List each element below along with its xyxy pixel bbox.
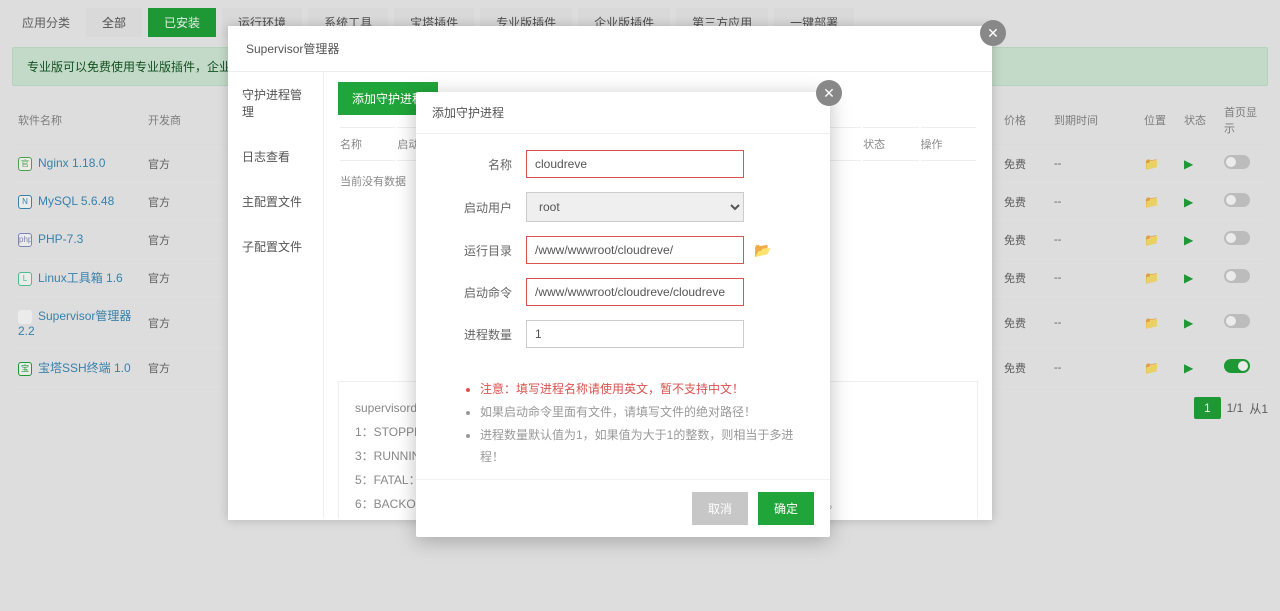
name-input[interactable] (526, 150, 744, 178)
label-cmd: 启动命令 (436, 284, 512, 301)
count-input[interactable] (526, 320, 744, 348)
modal1-sidemenu: 守护进程管理 日志查看 主配置文件 子配置文件 (228, 72, 324, 518)
modal1-title: Supervisor管理器 (246, 42, 339, 56)
label-count: 进程数量 (436, 326, 512, 343)
menu-main-conf[interactable]: 主配置文件 (228, 179, 323, 224)
menu-process[interactable]: 守护进程管理 (228, 72, 323, 134)
label-user: 启动用户 (436, 199, 512, 216)
label-name: 名称 (436, 156, 512, 173)
cancel-button[interactable]: 取消 (692, 492, 748, 525)
close-icon[interactable]: ✕ (980, 20, 1006, 46)
modal2-title: 添加守护进程 (432, 106, 504, 120)
notes-list: 注意：填写进程名称请使用英文，暂不支持中文！ 如果启动命令里面有文件，请填写文件… (416, 378, 830, 479)
cmd-input[interactable] (526, 278, 744, 306)
close-icon[interactable]: ✕ (816, 80, 842, 106)
dir-input[interactable] (526, 236, 744, 264)
confirm-button[interactable]: 确定 (758, 492, 814, 525)
menu-sub-conf[interactable]: 子配置文件 (228, 224, 323, 269)
add-process-modal: 添加守护进程 ✕ 名称 启动用户 root 运行目录 📂 启动命令 进程数量 注… (416, 92, 830, 537)
label-dir: 运行目录 (436, 242, 512, 259)
folder-open-icon[interactable]: 📂 (754, 242, 771, 259)
menu-log[interactable]: 日志查看 (228, 134, 323, 179)
user-select[interactable]: root (526, 192, 744, 222)
